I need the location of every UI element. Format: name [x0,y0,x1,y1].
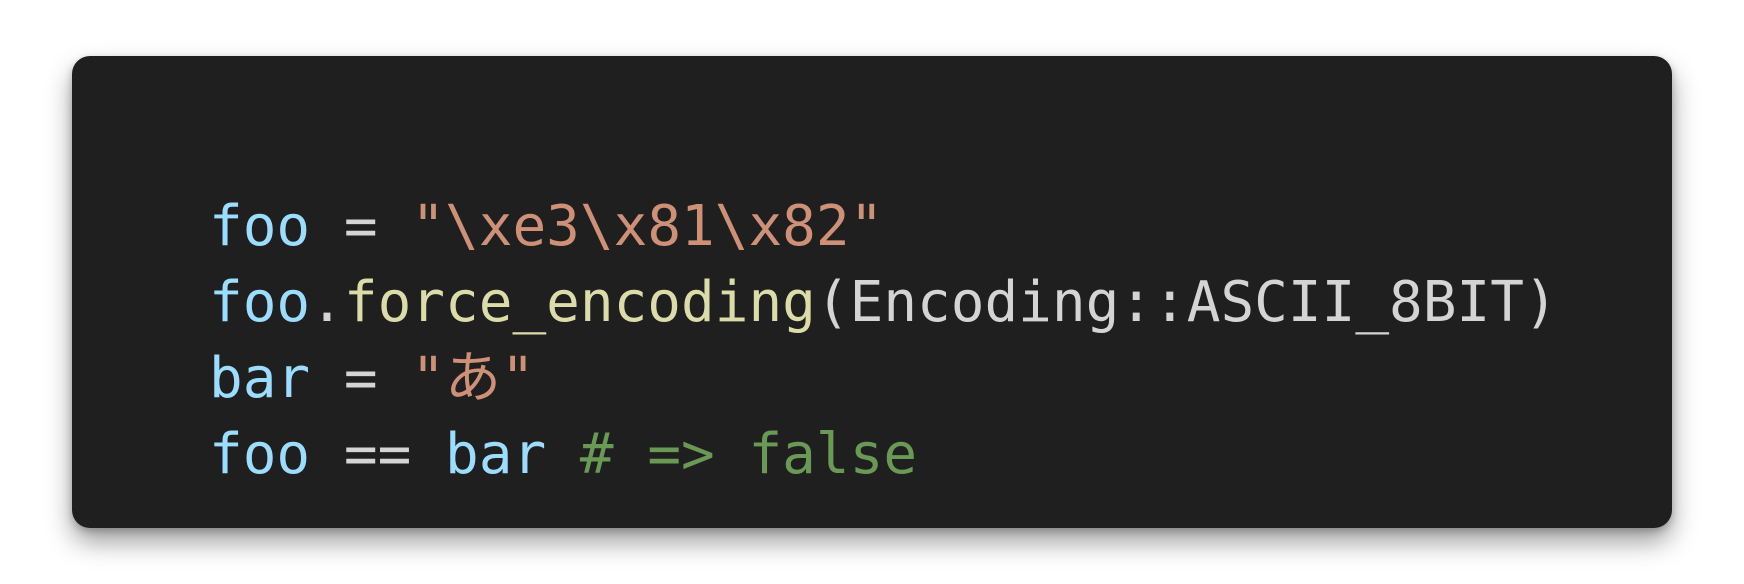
variable-token: bar [445,422,547,487]
operator-token: = [310,194,412,259]
argument-token: (Encoding::ASCII_8BIT) [815,270,1558,335]
code-line-2: foo. force_encoding (Encoding::ASCII_8BIT) [209,265,1672,341]
variable-token: foo [209,194,311,259]
string-token: "\xe3\x81\x82" [411,194,884,259]
variable-token: foo [209,422,311,487]
code-line-4: foo == bar # => false [209,417,1672,493]
string-token: "あ" [411,346,535,411]
comment-token: # => false [579,422,918,487]
operator-token: == [310,422,446,487]
operator-token: = [310,346,412,411]
variable-token: foo [209,270,311,335]
variable-token: bar [209,346,311,411]
code-line-1: foo = "\xe3\x81\x82" [209,189,1672,265]
method-token: force_encoding [343,270,816,335]
code-line-3: bar = "あ" [209,341,1672,417]
dot-token: . [310,270,344,335]
code-block: foo = "\xe3\x81\x82" foo. force_encoding(… [72,56,1672,528]
